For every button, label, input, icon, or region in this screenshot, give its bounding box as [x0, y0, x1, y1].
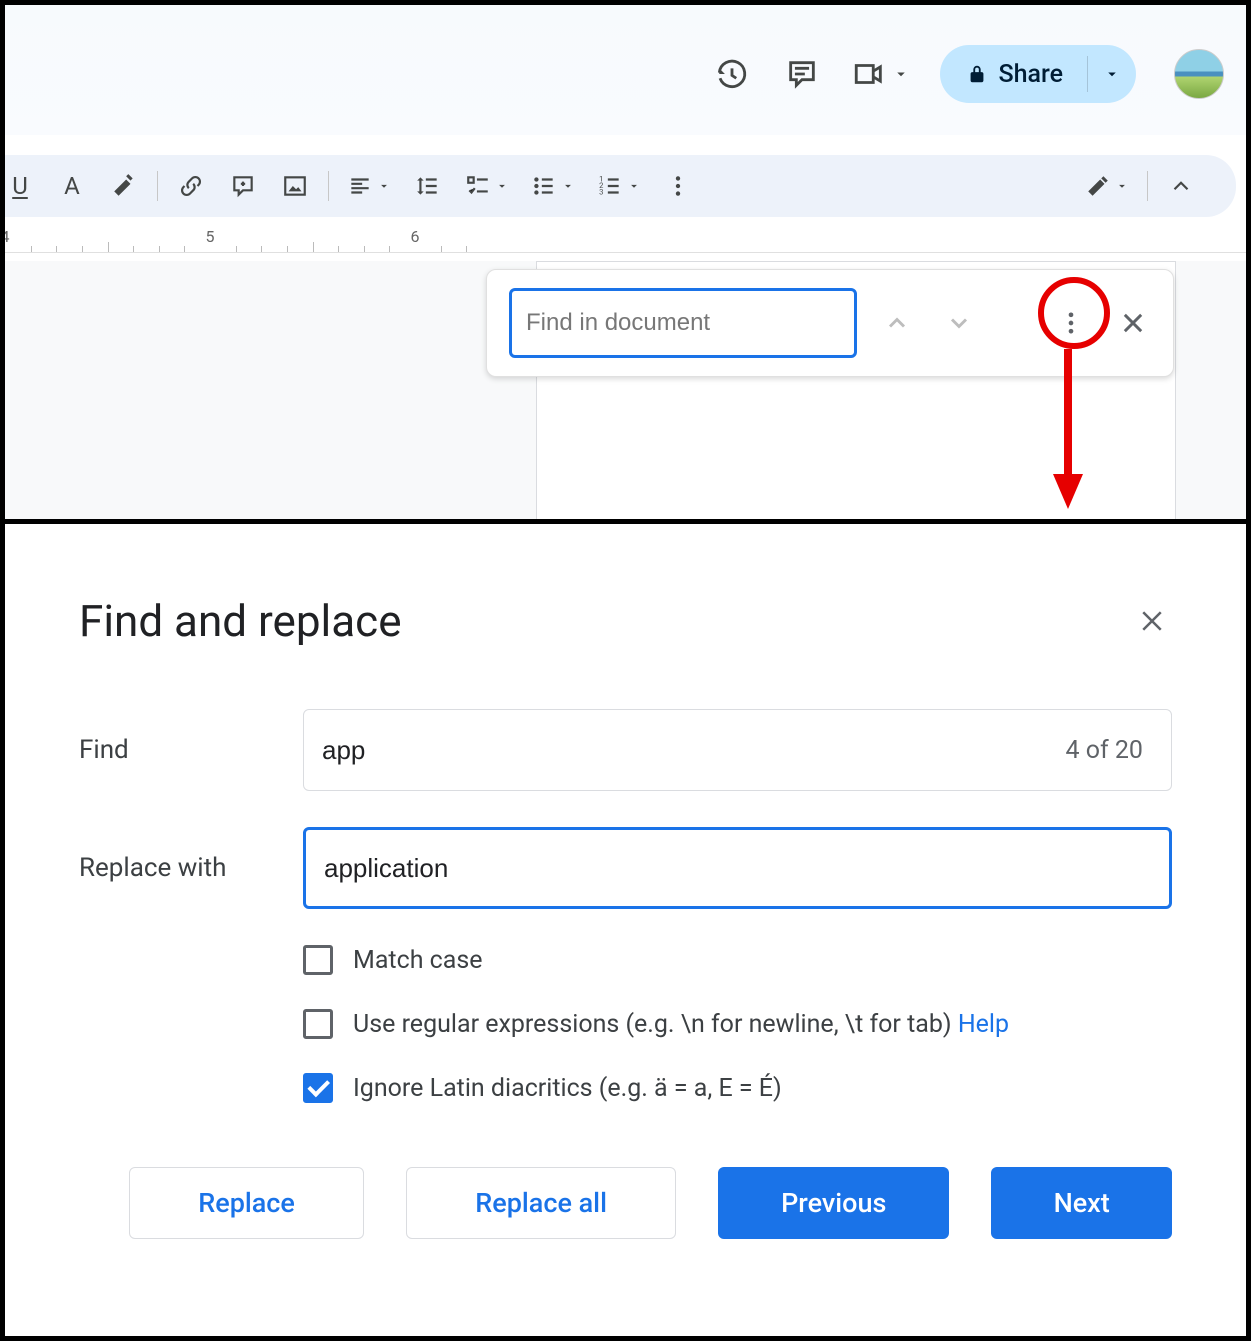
- history-icon[interactable]: [712, 54, 752, 94]
- bullet-list-button[interactable]: [531, 173, 575, 199]
- regex-help-link[interactable]: Help: [958, 1010, 1009, 1039]
- diacritics-label: Ignore Latin diacritics (e.g. ä = a, E =…: [353, 1074, 782, 1103]
- underline-button[interactable]: U: [5, 171, 35, 201]
- find-label: Find: [79, 735, 303, 765]
- comments-icon[interactable]: [782, 54, 822, 94]
- format-toolbar: U A: [5, 155, 1236, 217]
- ruler-mark: 5: [206, 227, 215, 246]
- ruler-mark: 4: [5, 227, 10, 246]
- numbered-list-button[interactable]: 123: [597, 173, 641, 199]
- find-next-icon[interactable]: [937, 301, 981, 345]
- find-prev-icon[interactable]: [875, 301, 919, 345]
- find-replace-dialog: Find and replace Find 4 of 20 Replace wi…: [5, 529, 1246, 1336]
- find-bar: [486, 269, 1174, 377]
- share-button[interactable]: Share: [940, 45, 1136, 103]
- match-case-label: Match case: [353, 946, 483, 975]
- regex-checkbox[interactable]: [303, 1009, 333, 1039]
- collapse-toolbar-button[interactable]: [1166, 171, 1196, 201]
- match-case-checkbox[interactable]: [303, 945, 333, 975]
- insert-link-button[interactable]: [176, 171, 206, 201]
- find-in-document-input[interactable]: [509, 288, 857, 358]
- checklist-button[interactable]: [465, 173, 509, 199]
- insert-image-button[interactable]: [280, 171, 310, 201]
- find-result-count: 4 of 20: [1065, 736, 1143, 765]
- previous-button[interactable]: Previous: [718, 1167, 949, 1239]
- lock-icon: [966, 63, 988, 85]
- share-label: Share: [998, 60, 1063, 89]
- text-color-button[interactable]: A: [57, 171, 87, 201]
- account-avatar[interactable]: [1174, 49, 1224, 99]
- add-comment-button[interactable]: [228, 171, 258, 201]
- header-bar: Share: [5, 35, 1246, 113]
- ruler-mark: 6: [411, 227, 420, 246]
- editing-mode-button[interactable]: [1085, 173, 1129, 199]
- find-close-icon[interactable]: [1111, 301, 1155, 345]
- ruler: 4 5 6: [5, 227, 1246, 261]
- docs-editor-top: Share U A: [5, 5, 1246, 524]
- meet-button[interactable]: [852, 57, 910, 91]
- find-more-options-icon[interactable]: [1049, 301, 1093, 345]
- find-input[interactable]: 4 of 20: [303, 709, 1172, 791]
- align-button[interactable]: [347, 173, 391, 199]
- highlight-button[interactable]: [109, 171, 139, 201]
- replace-all-button[interactable]: Replace all: [406, 1167, 676, 1239]
- line-spacing-button[interactable]: [413, 171, 443, 201]
- svg-text:3: 3: [599, 188, 603, 197]
- replace-label: Replace with: [79, 853, 303, 883]
- replace-button[interactable]: Replace: [129, 1167, 364, 1239]
- next-button[interactable]: Next: [991, 1167, 1172, 1239]
- share-dropdown-icon[interactable]: [1088, 45, 1136, 103]
- regex-label: Use regular expressions (e.g. \n for new…: [353, 1010, 958, 1039]
- more-format-button[interactable]: [663, 171, 693, 201]
- diacritics-checkbox[interactable]: [303, 1073, 333, 1103]
- dialog-title: Find and replace: [79, 595, 402, 647]
- dialog-close-icon[interactable]: [1132, 601, 1172, 641]
- replace-input[interactable]: [303, 827, 1172, 909]
